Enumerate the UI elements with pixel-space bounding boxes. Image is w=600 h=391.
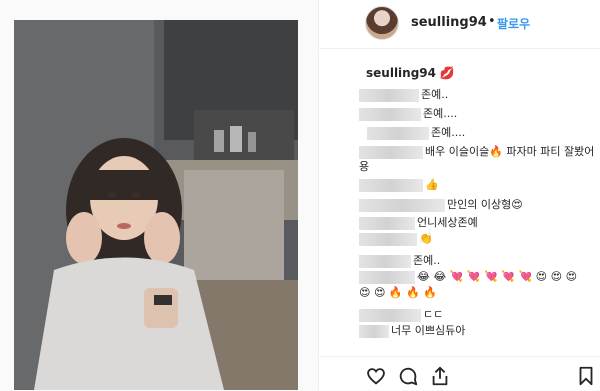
blurred-username: [359, 107, 421, 121]
blurred-username: [359, 270, 415, 284]
comment-text: 👏: [419, 232, 433, 245]
comment-row: 존예....: [359, 124, 465, 140]
header-username[interactable]: seulling94: [411, 15, 487, 30]
comment-text: 존예....: [431, 126, 466, 139]
caption-text: 💋: [439, 66, 455, 80]
comment-text: 존예..: [413, 254, 441, 267]
comment-row: 👏: [359, 232, 433, 246]
post-photo[interactable]: [14, 20, 298, 390]
comment-row: 존예....: [359, 105, 457, 121]
comment-row: 👍: [359, 178, 439, 192]
blurred-username: [359, 178, 423, 192]
photo-image: [14, 20, 298, 390]
comment-row: 배우 이슬이슬🔥 파자마 파티 잘봤어: [359, 143, 594, 159]
comment-text: 배우 이슬이슬🔥 파자마 파티 잘봤어: [425, 145, 595, 158]
comment-text: 😂 😂 💘 💘 💘 💘 💘 😍 😍 😍: [417, 270, 578, 283]
comment-row: 😂 😂 💘 💘 💘 💘 💘 😍 😍 😍: [359, 270, 577, 284]
comment-row: 존예..: [359, 252, 440, 268]
comment-row: 만인의 이상형😍: [359, 196, 523, 212]
post-sidebar: seulling94 • 팔로우 seulling94 💋 존예.. 존예...…: [318, 0, 600, 390]
blurred-username: [359, 324, 389, 338]
comment-row: 존예..: [359, 86, 448, 102]
comment-row-cont: 😍 😍 🔥 🔥 🔥: [359, 286, 437, 299]
comment-text: 존예..: [421, 88, 449, 101]
comment-text: 👍: [425, 178, 439, 191]
blurred-username: [359, 145, 423, 159]
separator-dot: •: [488, 14, 496, 29]
comment-row: 언니세상존예: [359, 214, 478, 230]
blurred-username: [359, 216, 415, 230]
comment-text: 😍 😍 🔥 🔥 🔥: [359, 286, 438, 299]
comment-text: 너무 이쁘심듀아: [391, 324, 466, 337]
follow-button[interactable]: 팔로우: [497, 15, 530, 32]
comment-text: ㄷㄷ: [423, 308, 444, 321]
photo-pane: [0, 0, 318, 390]
blurred-username: [359, 254, 411, 268]
blurred-username: [359, 232, 417, 246]
share-icon[interactable]: [429, 365, 451, 387]
caption-username[interactable]: seulling94: [366, 66, 436, 80]
comment-icon[interactable]: [397, 365, 419, 387]
caption: seulling94 💋: [366, 66, 455, 80]
comment-row-cont: 용: [359, 158, 369, 174]
post-header: seulling94 • 팔로우: [319, 0, 600, 49]
comment-row: 너무 이쁘심듀아: [359, 322, 465, 338]
blurred-username: [359, 308, 421, 322]
action-bar: [319, 356, 600, 391]
instagram-post: seulling94 • 팔로우 seulling94 💋 존예.. 존예...…: [0, 0, 600, 390]
blurred-username: [367, 126, 429, 140]
blurred-username: [359, 88, 419, 102]
comment-text: 존예....: [423, 107, 458, 120]
comment-text: 만인의 이상형😍: [447, 198, 523, 211]
blurred-username: [359, 198, 445, 212]
comment-row: ㄷㄷ: [359, 306, 443, 322]
comment-text: 언니세상존예: [417, 216, 478, 229]
heart-icon[interactable]: [365, 365, 387, 387]
comments-list: seulling94 💋 존예.. 존예.... 존예.... 배우 이슬이슬🔥…: [319, 58, 600, 348]
bookmark-icon[interactable]: [575, 365, 597, 387]
comment-text: 용: [359, 160, 370, 173]
avatar[interactable]: [365, 6, 399, 40]
